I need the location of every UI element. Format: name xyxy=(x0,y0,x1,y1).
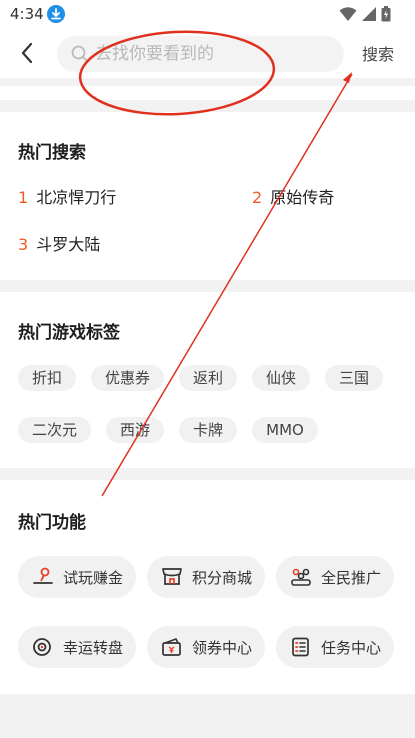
search-icon xyxy=(71,45,88,62)
hot-search-text: 斗罗大陆 xyxy=(36,235,101,254)
tag-chip[interactable]: 三国 xyxy=(325,365,383,391)
hot-search-title: 热门搜索 xyxy=(18,143,86,163)
func-label: 任务中心 xyxy=(321,639,382,657)
divider-card xyxy=(0,86,415,100)
hot-search-item[interactable]: 3 斗罗大陆 xyxy=(18,231,100,255)
search-header: 搜索 xyxy=(0,28,415,78)
signal-icon xyxy=(362,7,376,21)
func-label: 试玩赚金 xyxy=(63,569,124,587)
status-bar: 4:34 xyxy=(0,0,415,28)
func-lucky-wheel-button[interactable]: 幸运转盘 xyxy=(18,626,136,668)
func-label: 全民推广 xyxy=(321,569,382,587)
tag-chip[interactable]: 仙侠 xyxy=(252,365,310,391)
wifi-icon xyxy=(339,7,357,21)
func-task-center-button[interactable]: 任务中心 xyxy=(276,626,394,668)
func-label: 幸运转盘 xyxy=(63,639,124,657)
promote-icon xyxy=(291,568,311,586)
hot-search-text: 原始传奇 xyxy=(270,188,335,207)
shop-icon xyxy=(162,568,182,585)
game-tags-section: 热门游戏标签 折扣 优惠券 返利 仙侠 三国 二次元 西游 卡牌 MMO xyxy=(0,292,415,468)
func-label: 积分商城 xyxy=(192,569,253,587)
tag-chip[interactable]: 返利 xyxy=(179,365,237,391)
wheel-icon xyxy=(33,638,51,656)
hot-search-item[interactable]: 1 北凉悍刀行 xyxy=(18,184,116,208)
hot-search-item[interactable]: 2 原始传奇 xyxy=(252,184,334,208)
search-button[interactable]: 搜索 xyxy=(362,41,394,65)
hot-search-section: 热门搜索 1 北凉悍刀行 2 原始传奇 3 斗罗大陆 xyxy=(0,112,415,280)
rank-number: 1 xyxy=(18,188,29,207)
search-input[interactable] xyxy=(95,36,335,72)
coupon-icon xyxy=(162,638,181,656)
func-points-mall-button[interactable]: 积分商城 xyxy=(147,556,265,598)
func-coupon-center-button[interactable]: 领券中心 xyxy=(147,626,265,668)
tag-chip[interactable]: 卡牌 xyxy=(179,417,237,443)
search-box[interactable] xyxy=(57,36,344,72)
tag-chip[interactable]: 折扣 xyxy=(18,365,76,391)
task-icon xyxy=(292,637,309,657)
back-arrow-icon xyxy=(21,42,33,64)
game-tags-title: 热门游戏标签 xyxy=(18,323,120,343)
rank-number: 2 xyxy=(252,188,263,207)
tag-chip[interactable]: 优惠券 xyxy=(91,365,164,391)
tag-chip[interactable]: MMO xyxy=(252,417,318,443)
func-trial-earn-button[interactable]: 试玩赚金 xyxy=(18,556,136,598)
functions-title: 热门功能 xyxy=(18,513,86,533)
rank-number: 3 xyxy=(18,235,29,254)
func-label: 领券中心 xyxy=(192,639,253,657)
download-icon xyxy=(47,5,65,23)
func-promotion-button[interactable]: 全民推广 xyxy=(276,556,394,598)
hot-search-text: 北凉悍刀行 xyxy=(36,188,117,207)
back-button[interactable] xyxy=(14,39,42,67)
joystick-icon xyxy=(33,567,53,584)
battery-icon xyxy=(381,6,391,22)
tag-chip[interactable]: 二次元 xyxy=(18,417,91,443)
functions-section: 热门功能 试玩赚金 积分商城 全民推广 幸运转盘 领券中心 任务中心 xyxy=(0,480,415,694)
tag-chip[interactable]: 西游 xyxy=(106,417,164,443)
status-time: 4:34 xyxy=(10,5,44,23)
